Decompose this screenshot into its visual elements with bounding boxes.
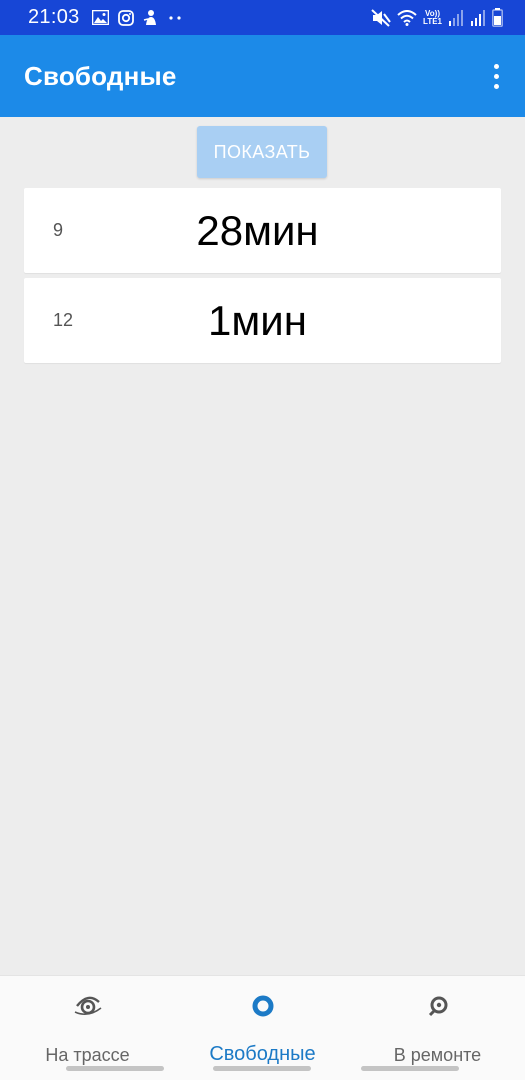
bottom-navigation: На трассе Свободные В ремонте [0, 975, 525, 1080]
lte-label: LTE1 [423, 16, 442, 26]
mute-icon [371, 8, 391, 27]
nav-label-on-route: На трассе [45, 1045, 130, 1065]
free-icon [251, 993, 275, 1019]
nav-item-on-route[interactable]: На трассе [0, 976, 175, 1080]
page-title: Свободные [24, 60, 177, 91]
overflow-dot [493, 83, 499, 89]
status-bar: 21:03 Vo)) LTE1 [0, 0, 525, 35]
on-route-icon [73, 993, 103, 1019]
gesture-handle-right [361, 1066, 459, 1071]
show-button[interactable]: ПОКАЗАТЬ [197, 126, 327, 178]
wifi-icon [397, 9, 417, 26]
overflow-dot [493, 73, 499, 79]
app-bar: Свободные [0, 35, 525, 117]
nav-label-repair: В ремонте [393, 1045, 482, 1065]
status-system-icons: Vo)) LTE1 [371, 8, 503, 27]
battery-icon [492, 8, 503, 27]
idle-time: 1мин [208, 296, 307, 344]
list-item[interactable]: 12 1мин [24, 278, 501, 363]
nav-label-free: Свободные [209, 1043, 316, 1065]
signal-icon-1 [449, 9, 463, 26]
nav-item-free[interactable]: Свободные [175, 976, 350, 1080]
vehicle-list: 9 28мин 12 1мин [24, 188, 501, 368]
idle-time: 28мин [196, 206, 319, 254]
status-notification-icons [91, 9, 182, 26]
more-notifications-icon [168, 15, 181, 20]
app-notification-icon [143, 10, 156, 25]
nav-item-repair[interactable]: В ремонте [350, 976, 525, 1080]
overflow-menu-button[interactable] [481, 59, 511, 93]
instagram-icon [117, 9, 134, 26]
status-time: 21:03 [28, 6, 80, 28]
lte-indicator: Vo)) LTE1 [423, 9, 442, 26]
gesture-handle-center [213, 1066, 311, 1071]
signal-icon-2 [471, 9, 485, 26]
list-item[interactable]: 9 28мин [24, 188, 501, 273]
repair-icon [426, 993, 450, 1019]
gesture-handle-left [66, 1066, 164, 1071]
gallery-icon [91, 10, 109, 25]
overflow-dot [493, 63, 499, 69]
